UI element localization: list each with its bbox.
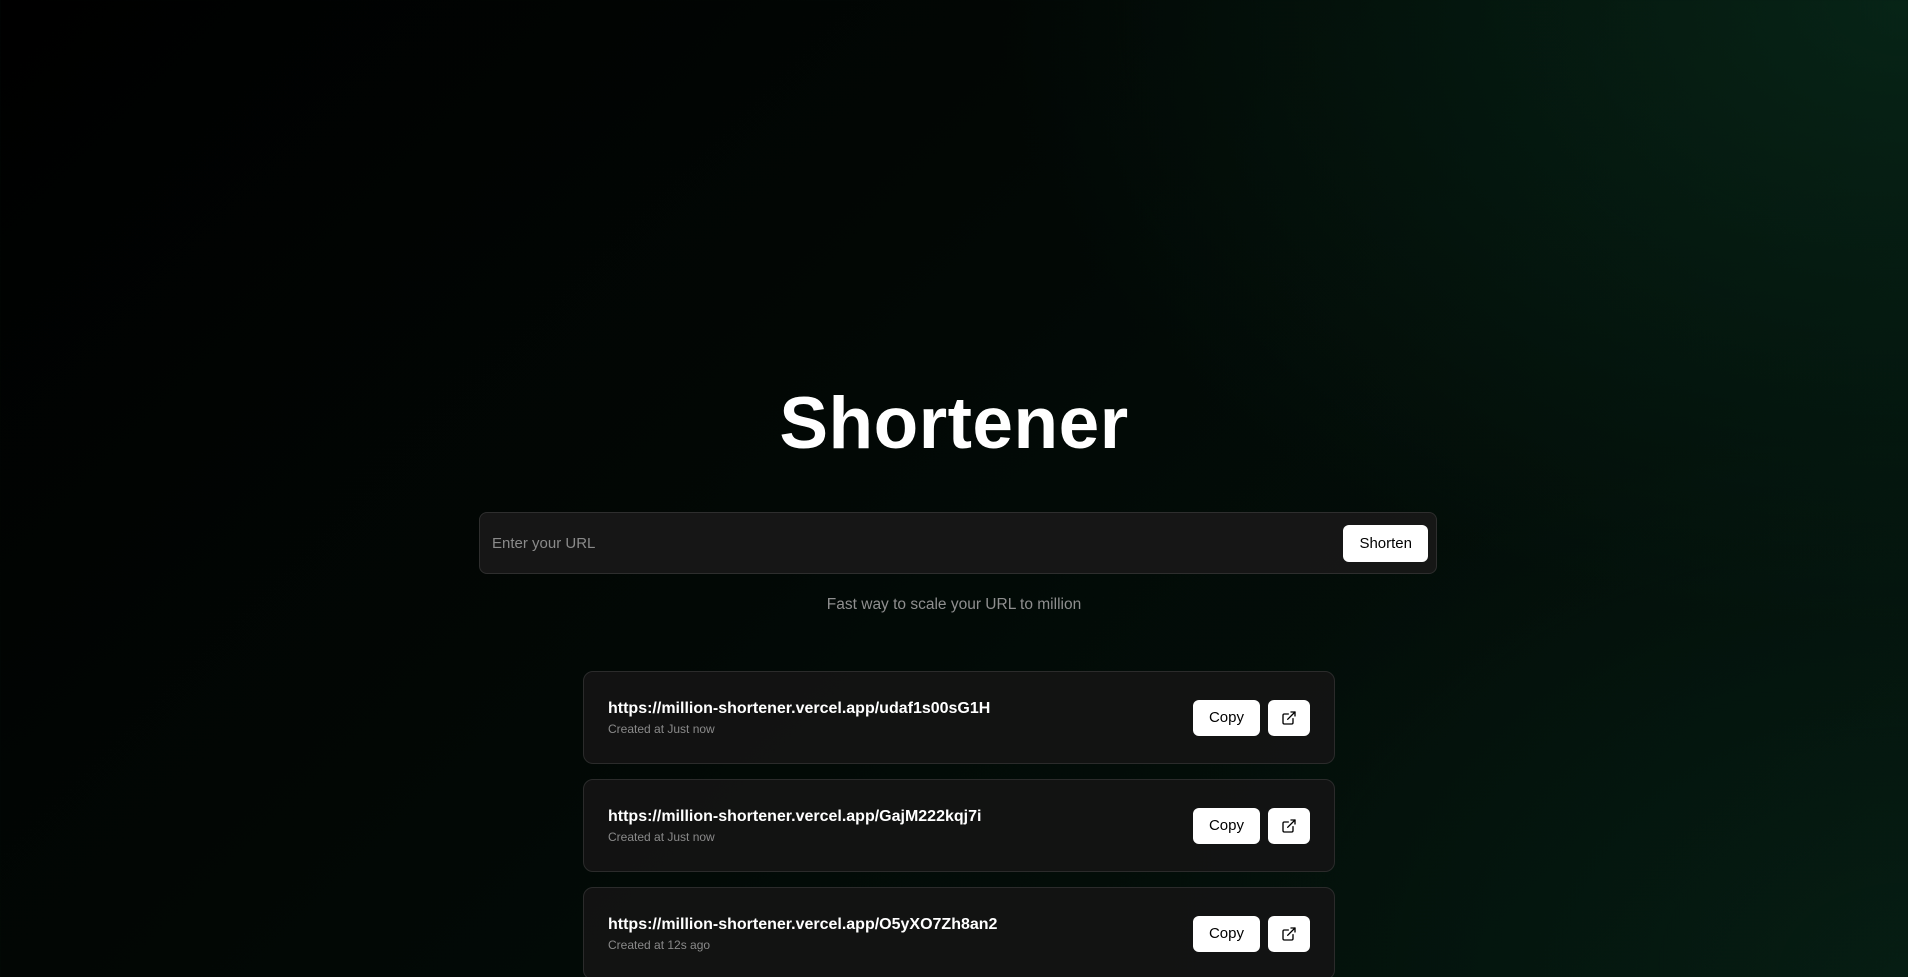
- shorten-button[interactable]: Shorten: [1343, 524, 1428, 562]
- link-card: https://million-shortener.vercel.app/O5y…: [583, 887, 1335, 977]
- copy-button[interactable]: Copy: [1192, 807, 1260, 844]
- open-link-button[interactable]: [1268, 915, 1310, 952]
- created-at: Created at Just now: [608, 830, 715, 844]
- open-link-button[interactable]: [1268, 807, 1310, 844]
- open-link-button[interactable]: [1268, 699, 1310, 736]
- link-info: https://million-shortener.vercel.app/O5y…: [608, 915, 1193, 952]
- copy-button[interactable]: Copy: [1192, 699, 1260, 736]
- external-link-icon: [1281, 818, 1297, 834]
- page: Shortener Shorten Fast way to scale your…: [0, 0, 1908, 977]
- external-link-icon: [1281, 926, 1297, 942]
- copy-button[interactable]: Copy: [1192, 915, 1260, 952]
- url-input[interactable]: [480, 513, 1344, 573]
- external-link-icon: [1281, 710, 1297, 726]
- short-url: https://million-shortener.vercel.app/O5y…: [608, 916, 998, 933]
- page-title: Shortener: [779, 383, 1129, 464]
- shorten-form: Shorten: [479, 512, 1437, 574]
- link-card: https://million-shortener.vercel.app/uda…: [583, 671, 1335, 764]
- link-card: https://million-shortener.vercel.app/Gaj…: [583, 779, 1335, 872]
- short-url: https://million-shortener.vercel.app/uda…: [608, 700, 991, 717]
- created-at: Created at 12s ago: [608, 938, 711, 952]
- link-info: https://million-shortener.vercel.app/uda…: [608, 699, 1193, 736]
- tagline: Fast way to scale your URL to million: [826, 596, 1082, 613]
- link-list: https://million-shortener.vercel.app/uda…: [583, 671, 1335, 977]
- created-at: Created at Just now: [608, 722, 715, 736]
- short-url: https://million-shortener.vercel.app/Gaj…: [608, 808, 982, 825]
- link-info: https://million-shortener.vercel.app/Gaj…: [608, 807, 1193, 844]
